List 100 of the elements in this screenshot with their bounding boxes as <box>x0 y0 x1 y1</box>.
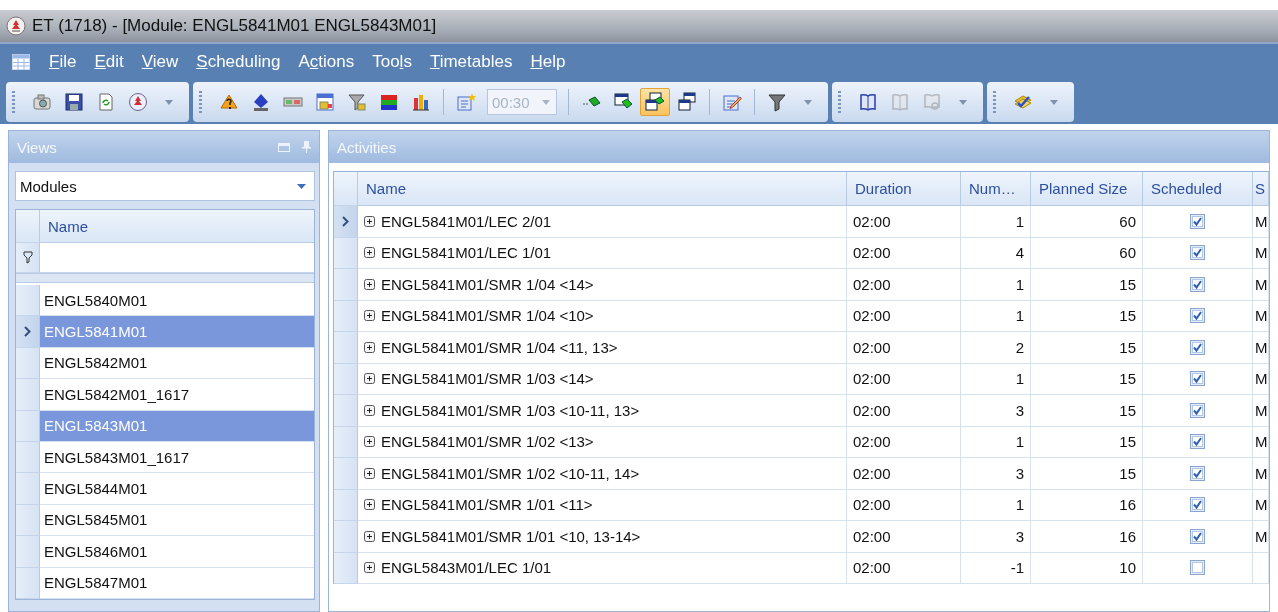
checkbox[interactable] <box>1190 308 1205 324</box>
bar-chart-icon <box>411 92 431 112</box>
toolbar-grip[interactable] <box>199 90 202 114</box>
menu-item[interactable]: Edit <box>85 52 133 72</box>
checkbox[interactable] <box>1190 371 1205 387</box>
toolbar-grip[interactable] <box>993 90 996 114</box>
table-cell: M <box>1255 370 1268 388</box>
menu-item[interactable]: Help <box>521 52 575 72</box>
menu-item[interactable]: View <box>132 52 188 72</box>
table-cell: 3 <box>1015 464 1024 482</box>
current-row-icon <box>342 215 349 227</box>
expand-icon[interactable] <box>364 436 375 448</box>
dropdown-caret-icon[interactable] <box>165 99 173 105</box>
table-cell: M <box>1255 401 1268 419</box>
table-cell: 60 <box>1119 212 1136 230</box>
table-cell: 15 <box>1119 401 1136 419</box>
menu-item[interactable]: File <box>40 52 86 72</box>
menu-item[interactable]: Scheduling <box>187 52 290 72</box>
view-select[interactable]: Modules <box>15 171 315 201</box>
table-cell: ENGL5841M01/SMR 1/04 <14> <box>381 275 594 293</box>
camera-icon <box>32 92 52 112</box>
row-indicator[interactable] <box>16 316 40 348</box>
table-cell: 02:00 <box>853 464 891 482</box>
menu-item[interactable]: Actions <box>289 52 364 72</box>
toolbar-grip[interactable] <box>838 90 841 114</box>
module-row[interactable]: ENGL5846M01 <box>40 536 314 568</box>
expand-icon[interactable] <box>364 278 375 290</box>
checkbox[interactable] <box>1190 497 1205 513</box>
dropdown-caret-icon[interactable] <box>297 183 306 189</box>
column-header[interactable]: Name <box>358 172 847 206</box>
module-row[interactable]: ENGL5842M01 <box>40 347 314 380</box>
filter-icon <box>767 92 787 112</box>
expand-icon[interactable] <box>364 310 375 322</box>
expand-icon[interactable] <box>364 341 375 353</box>
checkbox[interactable] <box>1190 560 1205 576</box>
checkbox[interactable] <box>1190 465 1205 481</box>
table-cell: ENGL5841M01/SMR 1/01 <11> <box>381 496 593 514</box>
dropdown-caret-icon[interactable] <box>959 99 967 105</box>
warning-icon <box>219 92 239 112</box>
column-header[interactable]: Num… <box>961 172 1031 206</box>
expand-icon[interactable] <box>364 562 375 574</box>
table-cell: 15 <box>1119 433 1136 451</box>
dropdown-caret-icon[interactable] <box>804 99 812 105</box>
table-cell: 2 <box>1015 338 1024 356</box>
checkbox[interactable] <box>1190 276 1205 292</box>
checkbox[interactable] <box>1190 213 1205 229</box>
table-cell: 1 <box>1015 433 1024 451</box>
table-cell: 02:00 <box>853 307 891 325</box>
expand-icon[interactable] <box>364 215 375 227</box>
checkbox[interactable] <box>1190 402 1205 418</box>
table-cell: 02:00 <box>853 401 891 419</box>
checkbox[interactable] <box>1190 339 1205 355</box>
module-row[interactable]: ENGL5844M01 <box>40 473 314 505</box>
table-cell: 02:00 <box>853 433 891 451</box>
module-row[interactable]: ENGL5845M01 <box>40 504 314 537</box>
filter-icon[interactable] <box>22 251 33 264</box>
column-header[interactable]: Planned Size <box>1031 172 1143 206</box>
expand-icon[interactable] <box>364 404 375 416</box>
expand-icon[interactable] <box>364 467 375 479</box>
table-cell: M <box>1255 338 1268 356</box>
window-title: ET (1718) - [Module: ENGL5841M01 ENGL5843M01] <box>32 16 437 36</box>
table-cell: 02:00 <box>853 275 891 293</box>
table-cell: 60 <box>1119 244 1136 262</box>
menu-item[interactable]: Tools <box>363 52 421 72</box>
expand-icon[interactable] <box>364 530 375 542</box>
expand-icon[interactable] <box>364 373 375 385</box>
table-cell: 02:00 <box>853 212 891 230</box>
panel-title: Activities <box>337 138 397 156</box>
tree-badge-icon <box>128 92 148 112</box>
column-header[interactable]: S <box>1253 172 1269 206</box>
table-cell: 15 <box>1119 464 1136 482</box>
current-row-icon <box>24 326 31 338</box>
table-cell: M <box>1255 496 1268 514</box>
table-cell: ENGL5841M01/SMR 1/04 <10> <box>381 307 594 325</box>
windows-icon <box>677 92 697 112</box>
panel-title: Views <box>17 138 57 156</box>
dropdown-caret-icon[interactable] <box>1050 99 1058 105</box>
column-header[interactable]: Duration <box>847 172 961 206</box>
module-row[interactable]: ENGL5843M01_1617 <box>40 441 314 474</box>
expand-icon[interactable] <box>364 247 375 259</box>
toolbar-grip[interactable] <box>12 90 15 114</box>
menu-item[interactable]: Timetables <box>420 52 522 72</box>
table-cell: ENGL5841M01/SMR 1/02 <13> <box>381 433 594 451</box>
checkbox[interactable] <box>1190 245 1205 261</box>
table-cell: 3 <box>1015 527 1024 545</box>
checkbox[interactable] <box>1190 528 1205 544</box>
toolbar-button[interactable] <box>640 88 670 116</box>
expand-icon[interactable] <box>364 499 375 511</box>
column-header[interactable]: Scheduled <box>1143 172 1253 206</box>
calendar-lock-icon <box>315 92 335 112</box>
module-row[interactable]: ENGL5842M01_1617 <box>40 379 314 411</box>
table-cell: ENGL5841M01/SMR 1/04 <11, 13> <box>381 338 618 356</box>
row-indicator[interactable] <box>334 206 358 238</box>
table-cell: ENGL5841M01/SMR 1/03 <10-11, 13> <box>381 401 640 419</box>
checkbox[interactable] <box>1190 434 1205 450</box>
table-cell: 10 <box>1119 559 1136 577</box>
window-arrow-icon <box>645 92 665 112</box>
module-row[interactable]: ENGL5847M01 <box>40 567 314 599</box>
table-cell: 1 <box>1015 496 1024 514</box>
table-cell: 02:00 <box>853 559 891 577</box>
